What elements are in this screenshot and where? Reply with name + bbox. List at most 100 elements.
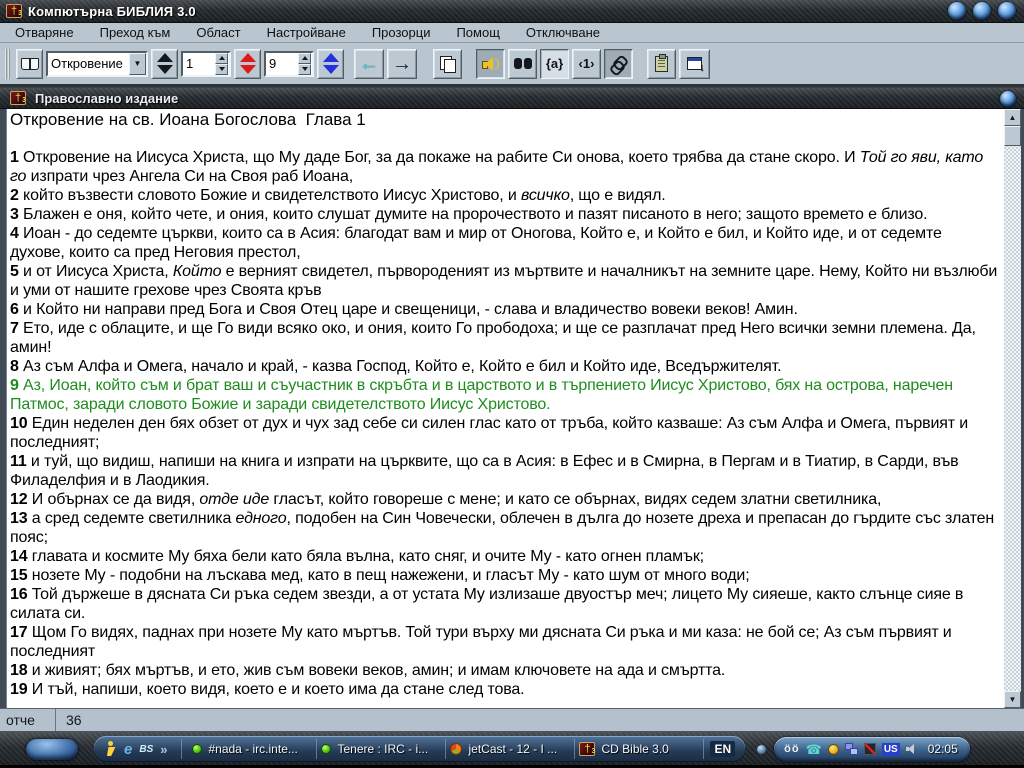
spin-up-icon [322,53,339,62]
verse-input[interactable] [266,52,298,75]
link-button[interactable] [604,48,633,79]
menu-item[interactable]: Настройване [254,25,359,40]
book-dropdown[interactable]: Откровение ▼ [46,50,148,77]
taskbar-button[interactable]: #nada - irc.inte... [188,742,316,756]
taskbar-button[interactable]: CD Bible 3.0 [575,742,703,756]
jetcast-icon [450,743,463,755]
dialup-icon[interactable]: ☎ [806,743,822,756]
menu-item[interactable]: Прозорци [359,25,444,40]
subwindow-close-button[interactable] [1000,91,1016,107]
verse-spin-down[interactable] [298,63,311,75]
verse-text: и живият; бях мъртъв, и ето, жив съм вов… [31,662,726,679]
bsplayer-icon[interactable]: BS [139,744,153,755]
scrollbar-thumb[interactable] [1004,126,1021,146]
close-button[interactable] [998,2,1016,20]
bible-verse: 14 главата и космите Му бяха бели като б… [10,547,1000,566]
overflow-chevron-icon[interactable]: » [160,742,167,757]
chain-link-icon [611,56,627,72]
verse-text: И тъй, напиши, което видя, което е и кое… [31,681,525,698]
chapter-spin-up[interactable] [215,52,228,64]
start-button[interactable] [26,738,78,760]
language-indicator[interactable]: EN [710,741,736,757]
verse-number: 11 [10,453,31,470]
mini-up-icon [218,56,225,60]
ie-icon[interactable]: e [124,742,132,757]
annotations-button[interactable]: {a} [540,48,569,79]
menu-item[interactable]: Област [183,25,253,40]
status-right: 36 [66,712,82,728]
verse-spinner[interactable] [317,48,344,79]
clipboard-button[interactable] [647,48,676,79]
verse-field [264,50,314,77]
verse-text: главата и космите Му бяха бели като бяла… [31,548,704,565]
bible-verse: 17 Щом Го видях, паднах при нозете Му ка… [10,623,1000,661]
network-icon[interactable] [844,743,858,755]
mute-icon[interactable] [863,743,876,755]
keyboard-layout-indicator[interactable]: US [881,742,900,756]
menu-item[interactable]: Преход към [87,25,184,40]
menu-item[interactable]: Помощ [443,25,512,40]
verse-text: който възвести словото Божие и свидетелс… [23,187,521,204]
verse-number: 5 [10,263,24,280]
desktop: Компютърна БИБЛИЯ 3.0 ОтварянеПреход към… [0,0,1024,768]
menu-item[interactable]: Отваряне [2,25,87,40]
tray-toggle-orb[interactable] [757,744,767,754]
verse-spin-up[interactable] [298,52,311,64]
vertical-scrollbar[interactable]: ▲ ▼ [1004,109,1021,708]
bible-verse: 8 Аз съм Алфа и Омега, начало и край, - … [10,357,1000,376]
volume-icon[interactable] [905,743,918,755]
verse-text: отде иде [199,491,270,508]
verse-number: 13 [10,510,32,527]
annotations-label: {a} [545,56,564,71]
verse-numbers-button[interactable]: ‹1› [572,48,601,79]
chapter-input[interactable] [183,52,215,75]
taskbar-band: e BS » #nada - irc.inte... Tenere : IRC - i… [94,736,746,762]
verse-number: 7 [10,320,24,337]
verse-text: , що е видял. [569,187,666,204]
status-left: отче [0,709,56,731]
toolbar-grip[interactable] [5,48,10,79]
bible-verse: 13 а сред седемте светилника едного, под… [10,509,1000,547]
chapter-spinner[interactable] [234,48,261,79]
chapter-field [181,50,231,77]
window-export-button[interactable] [679,48,710,79]
scroll-up-button[interactable]: ▲ [1004,109,1021,126]
chapter-heading: Откровение на св. Иоана Богослова Глава … [10,110,366,129]
taskbar-button[interactable]: Tenere : IRC - i... [317,742,445,756]
copy-button[interactable] [433,48,462,79]
bible-verse: 1 Откровение на Иисуса Христа, що Му дад… [10,148,1000,186]
spin-up-icon [239,53,256,62]
scroll-down-button[interactable]: ▼ [1004,691,1021,708]
task-buttons: #nada - irc.inte... Tenere : IRC - i... je… [188,739,705,759]
aim-icon[interactable] [104,741,117,757]
book-dropdown-value: Откровение [51,56,123,71]
taskbar-button[interactable]: jetCast - 12 - I ... [446,742,574,756]
dropdown-arrow-icon[interactable]: ▼ [129,52,146,75]
bible-verse: 10 Един неделен ден бях обзет от дух и ч… [10,414,1000,452]
back-button[interactable]: ← [354,48,384,79]
maximize-button[interactable] [973,2,991,20]
taskbar-separator [574,739,576,759]
bible-verse: 15 нозете Му - подобни на лъскава мед, к… [10,566,1000,585]
bible-verse: 7 Ето, иде с облаците, и ще Го види всяк… [10,319,1000,357]
book-spinner[interactable] [151,48,178,79]
scrollbar-track[interactable] [1004,146,1021,691]
mini-up-icon [301,56,308,60]
icq-icon[interactable] [827,743,839,755]
menu-item[interactable]: Отключване [513,25,613,40]
spin-down-icon [156,65,173,74]
verse-number: 6 [10,301,24,318]
minimize-button[interactable] [948,2,966,20]
verse-text: изпрати чрез Ангела Си на Своя раб Иоана… [26,168,354,185]
speech-button[interactable] [476,48,505,79]
verse-mini-spinner [298,52,311,75]
mirc-icon [192,744,203,754]
bible-verse: 11 и туй, що видиш, напиши на книга и из… [10,452,1000,490]
search-button[interactable] [508,48,537,79]
forward-button[interactable]: → [387,48,417,79]
verse-text: Един неделен ден бях обзет от дух и чух … [10,415,969,451]
chapter-spin-down[interactable] [215,63,228,75]
taskbar-button-label: jetCast - 12 - I ... [468,742,558,756]
open-book-button[interactable] [16,48,43,79]
eyes-icon[interactable]: öö [784,743,799,755]
